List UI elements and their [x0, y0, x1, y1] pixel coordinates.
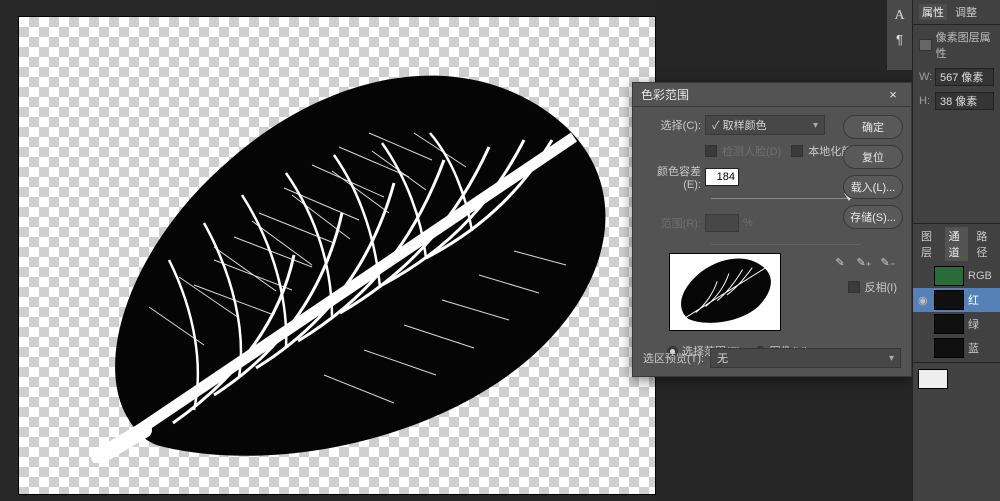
detect-faces-label: 检测人脸(D)	[722, 143, 781, 159]
visibility-icon[interactable]: ◉	[918, 294, 930, 306]
width-label: W:	[919, 71, 931, 83]
eyedropper-icon[interactable]: ✎	[831, 253, 849, 271]
select-dropdown[interactable]: ✓ 取样颜色	[705, 115, 825, 135]
tab-channels[interactable]: 通道	[945, 227, 969, 261]
close-icon[interactable]: ×	[883, 87, 903, 102]
document-frame	[19, 17, 655, 494]
visibility-icon[interactable]	[918, 318, 930, 330]
text-tool-icon[interactable]: A	[894, 8, 904, 24]
collapsed-toolstrip: A ¶	[886, 0, 912, 70]
tab-properties[interactable]: 属性	[919, 4, 947, 20]
fuzziness-slider[interactable]	[711, 193, 861, 205]
leaf-silhouette	[74, 55, 619, 463]
selection-preview-label: 选区预览(T):	[643, 350, 704, 366]
dialog-titlebar[interactable]: 色彩范围 ×	[633, 83, 911, 107]
ok-button[interactable]: 确定	[843, 115, 903, 139]
height-label: H:	[919, 95, 931, 107]
right-panels: 属性 调整 像素图层属性 W: 567 像素 H: 38 像素 图层 通道 路径…	[912, 0, 1000, 501]
layer-item[interactable]	[913, 367, 1000, 391]
reset-button[interactable]: 复位	[843, 145, 903, 169]
paragraph-tool-icon[interactable]: ¶	[896, 32, 903, 47]
selection-preview-dropdown[interactable]: 无	[710, 348, 901, 368]
properties-title: 像素图层属性	[936, 29, 994, 61]
tab-adjustments[interactable]: 调整	[955, 4, 977, 20]
channel-blue[interactable]: 蓝	[913, 336, 1000, 360]
load-button[interactable]: 载入(L)...	[843, 175, 903, 199]
localized-clusters-checkbox[interactable]	[791, 145, 803, 157]
invert-label: 反相(I)	[865, 279, 897, 295]
tab-paths[interactable]: 路径	[972, 227, 996, 261]
save-button[interactable]: 存储(S)...	[843, 205, 903, 229]
width-value[interactable]: 567 像素	[935, 68, 994, 86]
mid-panel-tabs: 图层 通道 路径	[913, 223, 1000, 264]
height-value[interactable]: 38 像素	[935, 92, 994, 110]
range-label: 范围(R):	[643, 215, 705, 231]
detect-faces-checkbox	[705, 145, 717, 157]
range-slider	[711, 239, 861, 251]
visibility-icon[interactable]	[918, 342, 930, 354]
range-value	[705, 214, 739, 232]
channel-green[interactable]: 绿	[913, 312, 1000, 336]
channel-red[interactable]: ◉ 红	[913, 288, 1000, 312]
invert-checkbox[interactable]	[848, 281, 860, 293]
eyedropper-plus-icon[interactable]: ✎₊	[855, 253, 873, 271]
top-panel-tabs: 属性 调整	[913, 0, 1000, 24]
fuzziness-value[interactable]: 184	[705, 168, 739, 186]
transparency-background	[19, 17, 655, 494]
tab-layers[interactable]: 图层	[917, 227, 941, 261]
pixel-layer-icon	[919, 39, 932, 51]
visibility-icon[interactable]	[918, 270, 930, 282]
color-range-dialog: 色彩范围 × 选择(C): ✓ 取样颜色 检测人脸(D) 本地化颜色簇(Z) 颜…	[632, 82, 912, 377]
eyedropper-minus-icon[interactable]: ✎₋	[879, 253, 897, 271]
channel-rgb[interactable]: RGB	[913, 264, 1000, 288]
dialog-title: 色彩范围	[641, 86, 883, 103]
selection-preview	[669, 253, 781, 331]
select-label: 选择(C):	[643, 117, 705, 133]
canvas-area[interactable]	[0, 0, 656, 501]
bottom-panel	[913, 362, 1000, 391]
fuzziness-label: 颜色容差(E):	[643, 163, 705, 191]
